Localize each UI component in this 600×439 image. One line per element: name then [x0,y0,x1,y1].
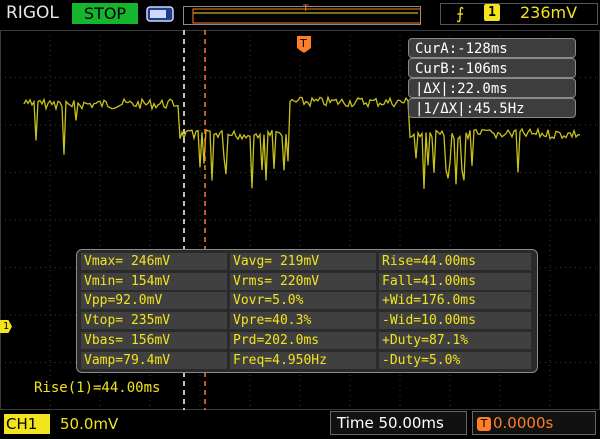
brand-logo: RIGOL [6,3,59,23]
measurement-cell: Freq=4.950Hz [230,351,376,369]
svg-text:T: T [299,37,307,50]
measurement-cell: Vavg= 219mV [230,253,376,270]
measurement-cell: Vamp=79.4mV [81,351,227,369]
trigger-level[interactable]: 236mV [520,3,577,22]
trigger-position-icon: T [477,416,491,431]
measurement-cell: Vbas= 156mV [81,331,227,349]
timebase-readout[interactable]: Time 50.00ms [330,411,467,435]
measurement-cell: Rise=44.00ms [379,253,531,270]
horizontal-position-value: 0.0000s [493,414,554,432]
measurement-cell: Vpre=40.3% [230,312,376,330]
ch1-vertical-scale[interactable]: 50.0mV [60,414,118,434]
measurement-cell: -Wid=10.00ms [379,312,531,330]
trigger-source-badge[interactable]: 1 [484,4,500,21]
horizontal-position-readout[interactable]: T 0.0000s [472,411,596,435]
cursor-a-readout: CurA:-128ms [408,38,576,58]
cursor-freq-readout: |1/ΔX|:45.5Hz [408,98,576,118]
measurement-cell: Vmin= 154mV [81,272,227,290]
rising-edge-icon: ⨍ [456,4,465,23]
measurement-cell: +Wid=176.0ms [379,292,531,310]
rise-measurement-label: Rise(1)=44.00ms [34,380,161,396]
run-stop-status[interactable]: STOP [72,3,138,24]
cursor-delta-readout: |ΔX|:22.0ms [408,78,576,98]
trigger-waveform-preview: T [183,4,421,25]
measurement-table: Vmax= 246mV Vavg= 219mV Rise=44.00ms Vmin= … [76,249,538,373]
measurement-cell: Vrms= 220mV [230,272,376,290]
oscilloscope-screen: RIGOL STOP T ⨍ 1 236mV T CurA:-128ms Cur… [0,0,600,439]
measurement-cell: Prd=202.0ms [230,331,376,349]
measurement-cell: +Duty=87.1% [379,331,531,349]
measurement-cell: Vtop= 235mV [81,312,227,330]
measurement-cell: Vmax= 246mV [81,253,227,270]
cursor-b-readout: CurB:-106ms [408,58,576,78]
measurement-cell: -Duty=5.0% [379,351,531,369]
memory-depth-icon [146,6,174,22]
measurement-cell: Fall=41.00ms [379,272,531,290]
dc-coupling-icon: ═ [38,418,46,432]
measurement-cell: Vovr=5.0% [230,292,376,310]
measurement-cell: Vpp=92.0mV [81,292,227,310]
trigger-position-marker[interactable]: T [296,30,312,54]
svg-text:T: T [302,4,309,14]
